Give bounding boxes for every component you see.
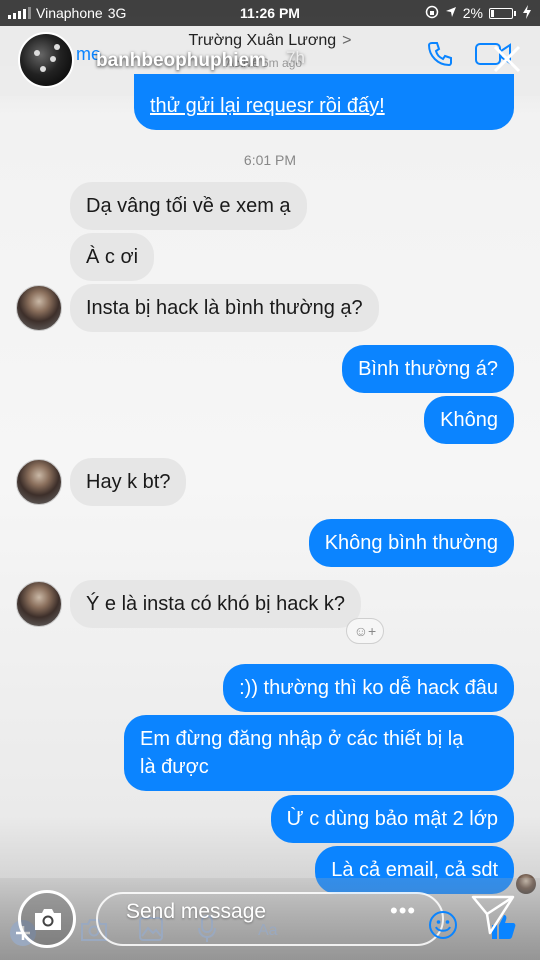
send-icon[interactable] (470, 894, 516, 941)
composer-bar: Send message Aa ••• (0, 878, 540, 960)
message-bubble-outgoing[interactable]: Ừ c dùng bảo mật 2 lớp (270, 795, 514, 843)
contact-avatar[interactable] (16, 459, 62, 505)
message-bubble-incoming[interactable]: Hay k bt? (70, 458, 187, 506)
message-bubble-outgoing[interactable]: Bình thường á? (342, 345, 514, 393)
status-bar: Vinaphone 3G 11:26 PM 2% (0, 0, 540, 26)
message-text: Bình thường á? (358, 358, 498, 380)
story-age: 7h (286, 48, 305, 67)
message-text: thử gửi lại requesr rồi đấy! (150, 95, 385, 117)
screen: Vinaphone 3G 11:26 PM 2% me Trường Xuân … (0, 0, 540, 960)
status-right: 2% (352, 4, 532, 22)
contact-avatar[interactable] (16, 285, 62, 331)
carrier-label: Vinaphone (36, 5, 103, 21)
contact-name[interactable]: Trường Xuân Lương > (0, 32, 540, 50)
location-icon (445, 5, 457, 21)
camera-icon (35, 909, 61, 930)
clock: 11:26 PM (240, 5, 300, 21)
message-input-placeholder: Send message (126, 900, 267, 923)
emoji-icon[interactable] (428, 910, 458, 945)
contact-name-text: Trường Xuân Lương (188, 32, 337, 49)
battery-percent: 2% (462, 5, 483, 21)
lock-rotation-icon (425, 5, 439, 22)
call-icon[interactable] (424, 38, 456, 75)
aa-label: Aa (258, 922, 278, 939)
message-bubble-outgoing[interactable]: Em đừng đăng nhập ở các thiết bị lạ là đ… (124, 715, 514, 791)
message-text: :)) thường thì ko dễ hack đâu (239, 677, 498, 699)
message-text: Không bình thường (324, 532, 498, 554)
story-username: banhbeophuphiem (96, 50, 266, 71)
charging-icon (522, 4, 532, 22)
message-text: Hay k bt? (86, 471, 171, 493)
message-text: Insta bị hack là bình thường ạ? (86, 297, 363, 319)
more-options-button[interactable]: ••• (390, 898, 416, 924)
message-timestamp: 6:01 PM (243, 152, 297, 168)
status-left: Vinaphone 3G (8, 5, 188, 21)
battery-icon (489, 7, 513, 19)
message-text: là được (140, 756, 209, 778)
network-label: 3G (107, 5, 127, 21)
message-text: Ừ c dùng bảo mật 2 lớp (286, 808, 498, 830)
signal-icon (8, 7, 31, 19)
contact-avatar[interactable] (16, 581, 62, 627)
message-bubble-incoming[interactable]: Dạ vâng tối về e xem ạ (70, 182, 307, 230)
message-bubble-outgoing[interactable]: :)) thường thì ko dễ hack đâu (223, 664, 514, 712)
message-bubble-incoming[interactable]: À c ơi (70, 233, 155, 281)
chevron-right-icon: > (342, 32, 352, 49)
add-reaction-button[interactable]: ☺+ (346, 618, 384, 644)
camera-button[interactable] (18, 890, 76, 948)
message-bubble-incoming[interactable]: Insta bị hack là bình thường ạ? (70, 284, 379, 332)
battery-tip (514, 10, 516, 16)
message-bubble-outgoing[interactable]: thử gửi lại requesr rồi đấy! (134, 74, 514, 130)
message-text: Dạ vâng tối về e xem ạ (86, 195, 291, 217)
message-text: Ý e là insta có khó bị hack k? (86, 593, 346, 615)
message-text: Em đừng đăng nhập ở các thiết bị lạ (140, 728, 464, 750)
message-bubble-outgoing[interactable]: Không bình thường (308, 519, 514, 567)
message-text: À c ơi (86, 246, 139, 268)
message-bubble-outgoing[interactable]: Không (424, 396, 514, 444)
message-bubble-incoming[interactable]: Ý e là insta có khó bị hack k? (70, 580, 362, 628)
message-text: Không (440, 409, 498, 431)
